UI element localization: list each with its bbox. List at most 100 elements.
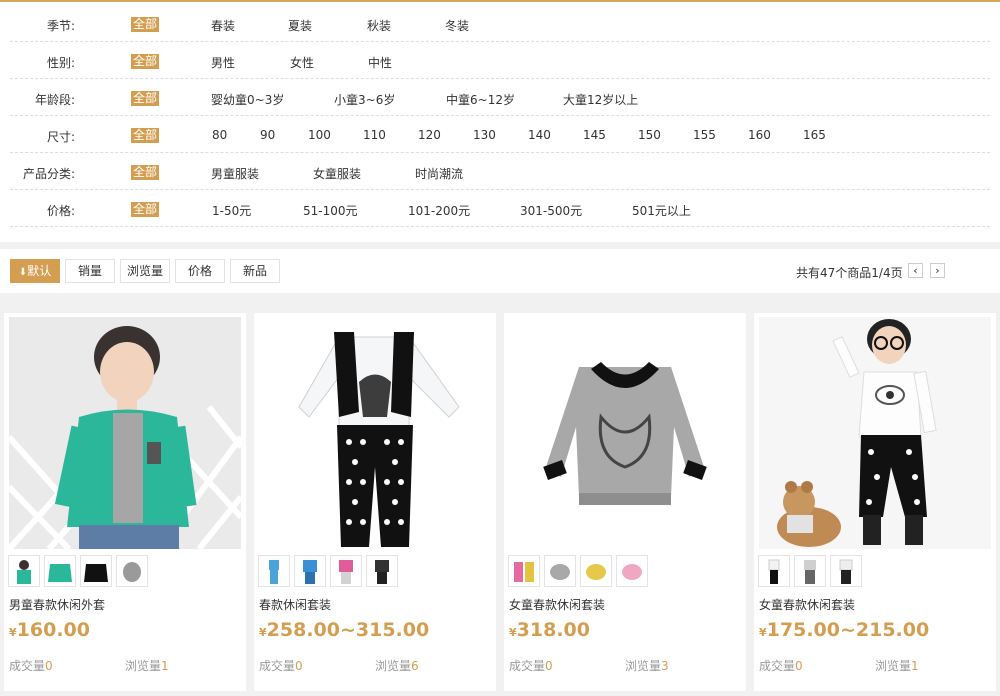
product-card[interactable]: 春款休闲套装 ¥258.00~315.00 成交量0 浏览量6 [254, 313, 496, 691]
currency-symbol: ¥ [509, 626, 517, 639]
filter-option[interactable]: 夏装 [288, 17, 312, 34]
product-image[interactable] [509, 317, 741, 549]
filter-option[interactable]: 130 [473, 128, 496, 142]
views-value: 1 [911, 659, 919, 673]
views-label: 浏览量 [875, 659, 912, 673]
filter-option[interactable]: 145 [583, 128, 606, 142]
view-count: 浏览量1 [125, 657, 169, 674]
filter-option[interactable]: 80 [212, 128, 227, 142]
product-card[interactable]: 女童春款休闲套装 ¥175.00~215.00 成交量0 浏览量1 [754, 313, 996, 691]
filter-option[interactable]: 冬装 [445, 17, 469, 34]
filter-option[interactable]: 90 [260, 128, 275, 142]
filter-option[interactable]: 150 [638, 128, 661, 142]
filter-option[interactable]: 大童12岁以上 [563, 91, 638, 108]
product-title[interactable]: 春款休闲套装 [259, 596, 331, 613]
filter-all-button[interactable]: 全部 [131, 165, 160, 180]
filter-label: 性别: [46, 56, 75, 70]
sort-views-button[interactable]: 浏览量 [120, 259, 170, 283]
filter-option[interactable]: 中童6~12岁 [446, 91, 515, 108]
product-title[interactable]: 男童春款休闲外套 [9, 596, 105, 613]
next-page-button[interactable]: › [930, 263, 945, 278]
product-title[interactable]: 女童春款休闲套装 [759, 596, 855, 613]
page-info: 共有47个商品1/4页 [796, 266, 903, 280]
filter-option[interactable]: 女性 [290, 54, 314, 71]
product-card[interactable]: 女童春款休闲套装 ¥318.00 成交量0 浏览量3 [504, 313, 746, 691]
thumbnail[interactable] [508, 555, 540, 587]
sort-new-button[interactable]: 新品 [230, 259, 280, 283]
filter-row-age: 年龄段: 全部 婴幼童0~3岁 小童3~6岁 中童6~12岁 大童12岁以上 [10, 79, 990, 116]
sort-sales-button[interactable]: 销量 [65, 259, 115, 283]
thumbnail[interactable] [80, 555, 112, 587]
thumbnail[interactable] [258, 555, 290, 587]
filter-all-button[interactable]: 全部 [131, 128, 160, 143]
filter-option[interactable]: 501元以上 [632, 202, 691, 219]
price-value: 160.00 [16, 619, 90, 641]
filter-option[interactable]: 秋装 [367, 17, 391, 34]
product-image[interactable] [259, 317, 491, 549]
views-value: 3 [661, 659, 669, 673]
filter-option[interactable]: 1-50元 [212, 202, 251, 219]
views-label: 浏览量 [375, 659, 412, 673]
view-count: 浏览量6 [375, 657, 419, 674]
filter-option[interactable]: 春装 [211, 17, 235, 34]
filter-row-price: 价格: 全部 1-50元 51-100元 101-200元 301-500元 5… [10, 190, 990, 227]
thumbnail[interactable] [544, 555, 576, 587]
product-card[interactable]: 男童春款休闲外套 ¥160.00 成交量0 浏览量1 [4, 313, 246, 691]
thumbnail[interactable] [830, 555, 862, 587]
thumbnail[interactable] [580, 555, 612, 587]
filter-option[interactable]: 140 [528, 128, 551, 142]
filter-option[interactable]: 120 [418, 128, 441, 142]
filter-option[interactable]: 155 [693, 128, 716, 142]
filter-row-season: 季节: 全部 春装 夏装 秋装 冬装 [10, 5, 990, 42]
filter-option[interactable]: 女童服装 [313, 165, 361, 182]
filter-option[interactable]: 160 [748, 128, 771, 142]
filter-option[interactable]: 165 [803, 128, 826, 142]
filter-row-gender: 性别: 全部 男性 女性 中性 [10, 42, 990, 79]
thumbnail[interactable] [794, 555, 826, 587]
filter-option[interactable]: 时尚潮流 [415, 165, 463, 182]
product-image[interactable] [9, 317, 241, 549]
prev-page-button[interactable]: ‹ [908, 263, 923, 278]
filter-all-button[interactable]: 全部 [131, 202, 160, 217]
sold-count: 成交量0 [509, 657, 553, 674]
thumbnail[interactable] [44, 555, 76, 587]
thumbnail[interactable] [330, 555, 362, 587]
filter-option[interactable]: 中性 [368, 54, 392, 71]
thumbnail[interactable] [758, 555, 790, 587]
filter-option[interactable]: 婴幼童0~3岁 [211, 91, 284, 108]
sold-count: 成交量0 [259, 657, 303, 674]
chevron-right-icon: › [935, 264, 940, 277]
filter-option[interactable]: 男性 [211, 54, 235, 71]
chevron-left-icon: ‹ [913, 264, 918, 277]
filter-option[interactable]: 100 [308, 128, 331, 142]
sort-price-button[interactable]: 价格 [175, 259, 225, 283]
filter-all-button[interactable]: 全部 [131, 17, 160, 32]
sold-count: 成交量0 [9, 657, 53, 674]
thumbnail[interactable] [616, 555, 648, 587]
filter-option[interactable]: 101-200元 [408, 202, 470, 219]
filter-label: 季节: [46, 19, 75, 33]
filter-label: 年龄段: [34, 93, 75, 107]
filter-option[interactable]: 110 [363, 128, 386, 142]
thumbnail[interactable] [294, 555, 326, 587]
product-image[interactable] [759, 317, 991, 549]
thumbnail[interactable] [8, 555, 40, 587]
filter-option[interactable]: 男童服装 [211, 165, 259, 182]
filter-all-button[interactable]: 全部 [131, 54, 160, 69]
sold-value: 0 [545, 659, 553, 673]
sold-label: 成交量 [759, 659, 796, 673]
filter-option[interactable]: 301-500元 [520, 202, 582, 219]
product-title[interactable]: 女童春款休闲套装 [509, 596, 605, 613]
sold-label: 成交量 [509, 659, 546, 673]
filter-all-button[interactable]: 全部 [131, 91, 160, 106]
filter-option[interactable]: 51-100元 [303, 202, 358, 219]
thumbnail[interactable] [116, 555, 148, 587]
price-value: 258.00~315.00 [266, 619, 430, 641]
sold-value: 0 [795, 659, 803, 673]
product-price: ¥258.00~315.00 [259, 619, 429, 641]
sold-value: 0 [45, 659, 53, 673]
sort-default-button[interactable]: ⬇默认 [10, 259, 60, 283]
filter-label: 产品分类: [22, 167, 75, 181]
thumbnail[interactable] [366, 555, 398, 587]
filter-option[interactable]: 小童3~6岁 [334, 91, 395, 108]
